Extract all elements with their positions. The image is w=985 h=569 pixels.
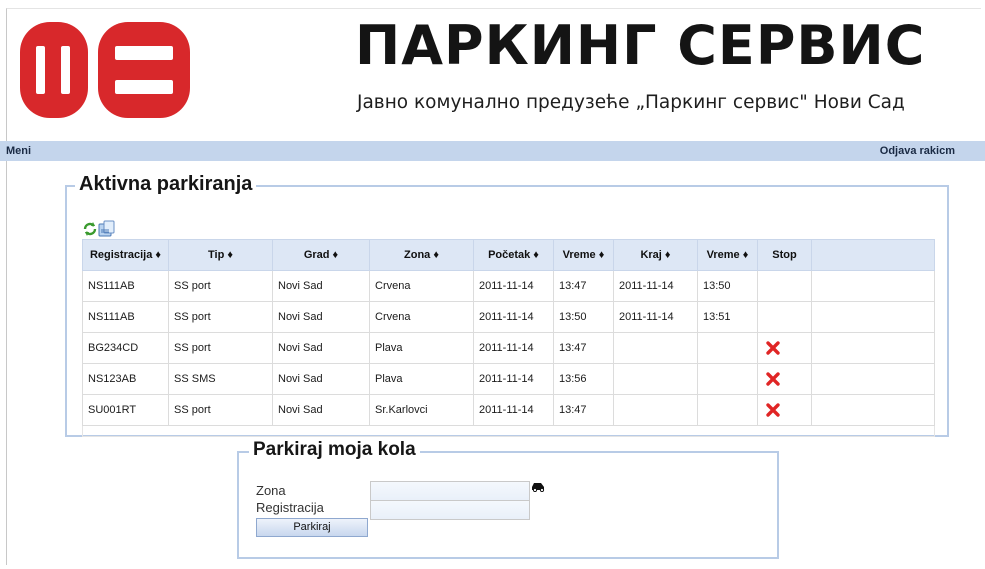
park-car-panel: Parkiraj moja kola Zona Registracija Par… (237, 439, 779, 559)
table-footer (82, 425, 935, 437)
cell-empty (811, 301, 935, 333)
cell-grad: Novi Sad (272, 301, 370, 333)
cell-kraj (613, 394, 698, 426)
cell-pocetak: 2011-11-14 (473, 270, 554, 302)
cell-vreme-start: 13:47 (553, 332, 614, 364)
menu-link[interactable]: Meni (6, 145, 31, 157)
cell-zona: Plava (369, 332, 474, 364)
cell-zona: Crvena (369, 270, 474, 302)
cell-grad: Novi Sad (272, 332, 370, 364)
cell-grad: Novi Sad (272, 363, 370, 395)
cell-vreme-end: 13:51 (697, 301, 758, 333)
cell-stop (757, 270, 812, 302)
column-header-vreme-end[interactable]: Vreme ♦ (697, 239, 758, 271)
table-footer-row (82, 425, 935, 437)
cell-tip: SS SMS (168, 363, 273, 395)
stop-icon[interactable] (765, 402, 781, 418)
cell-stop (757, 301, 812, 333)
table-row: NS111AB SS port Novi Sad Crvena 2011-11-… (82, 270, 935, 302)
cell-registracija: NS123AB (82, 363, 169, 395)
column-header-grad[interactable]: Grad ♦ (272, 239, 370, 271)
cell-tip: SS port (168, 270, 273, 302)
brand-title: ПАРКИНГ СЕРВИС (355, 14, 926, 77)
cell-kraj: 2011-11-14 (613, 301, 698, 333)
column-header-tip[interactable]: Tip ♦ (168, 239, 273, 271)
parkiraj-button[interactable]: Parkiraj (256, 518, 368, 537)
cell-pocetak: 2011-11-14 (473, 363, 554, 395)
column-header-zona[interactable]: Zona ♦ (369, 239, 474, 271)
cell-kraj (613, 363, 698, 395)
cell-kraj (613, 332, 698, 364)
column-header-pocetak[interactable]: Početak ♦ (473, 239, 554, 271)
cell-zona: Plava (369, 363, 474, 395)
cell-vreme-end (697, 332, 758, 364)
cell-registracija: BG234CD (82, 332, 169, 364)
menubar: Meni Odjava rakicm (0, 141, 985, 161)
cell-zona: Crvena (369, 301, 474, 333)
cell-pocetak: 2011-11-14 (473, 301, 554, 333)
registracija-label: Registracija (256, 500, 324, 515)
table-row: NS123AB SS SMS Novi Sad Plava 2011-11-14… (82, 363, 935, 395)
stop-icon[interactable] (765, 371, 781, 387)
cell-pocetak: 2011-11-14 (473, 394, 554, 426)
cell-tip: SS port (168, 301, 273, 333)
zona-input[interactable] (370, 481, 530, 501)
cell-vreme-start: 13:47 (553, 270, 614, 302)
column-header-registracija[interactable]: Registracija ♦ (82, 239, 169, 271)
table-header-row: Registracija ♦ Tip ♦ Grad ♦ Zona ♦ Počet… (82, 239, 935, 271)
cell-zona: Sr.Karlovci (369, 394, 474, 426)
table-body: NS111AB SS port Novi Sad Crvena 2011-11-… (82, 270, 935, 437)
zona-label: Zona (256, 483, 286, 498)
table-row: NS111AB SS port Novi Sad Crvena 2011-11-… (82, 301, 935, 333)
cell-registracija: NS111AB (82, 270, 169, 302)
stop-icon[interactable] (765, 340, 781, 356)
car-icon[interactable] (530, 480, 546, 492)
brand-subtitle: Јавно комунално предузеће „Паркинг серви… (357, 92, 905, 113)
cell-empty (811, 394, 935, 426)
cell-vreme-start: 13:47 (553, 394, 614, 426)
cell-vreme-end (697, 394, 758, 426)
company-logo (20, 22, 190, 118)
table-row: BG234CD SS port Novi Sad Plava 2011-11-1… (82, 332, 935, 364)
cell-empty (811, 363, 935, 395)
active-parking-title: Aktivna parkiranja (75, 173, 257, 196)
cell-kraj: 2011-11-14 (613, 270, 698, 302)
table-toolbar (82, 220, 122, 238)
cell-empty (811, 332, 935, 364)
logout-link[interactable]: Odjava rakicm (880, 145, 955, 157)
cell-vreme-start: 13:50 (553, 301, 614, 333)
column-header-empty (811, 239, 935, 271)
cell-tip: SS port (168, 394, 273, 426)
export-icon[interactable] (96, 220, 116, 238)
active-parking-table: Registracija ♦ Tip ♦ Grad ♦ Zona ♦ Počet… (82, 239, 935, 437)
column-header-vreme-start[interactable]: Vreme ♦ (553, 239, 614, 271)
cell-empty (811, 270, 935, 302)
registracija-input[interactable] (370, 500, 530, 520)
column-header-kraj[interactable]: Kraj ♦ (613, 239, 698, 271)
cell-tip: SS port (168, 332, 273, 364)
cell-vreme-end: 13:50 (697, 270, 758, 302)
cell-registracija: SU001RT (82, 394, 169, 426)
cell-vreme-start: 13:56 (553, 363, 614, 395)
cell-stop (757, 394, 812, 426)
cell-registracija: NS111AB (82, 301, 169, 333)
column-header-stop: Stop (757, 239, 812, 271)
cell-pocetak: 2011-11-14 (473, 332, 554, 364)
table-row: SU001RT SS port Novi Sad Sr.Karlovci 201… (82, 394, 935, 426)
active-parking-panel: Aktivna parkiranja Registracija ♦ Tip ♦ … (65, 173, 949, 437)
cell-grad: Novi Sad (272, 394, 370, 426)
park-car-title: Parkiraj moja kola (249, 439, 420, 461)
cell-vreme-end (697, 363, 758, 395)
cell-stop (757, 363, 812, 395)
cell-stop (757, 332, 812, 364)
cell-grad: Novi Sad (272, 270, 370, 302)
